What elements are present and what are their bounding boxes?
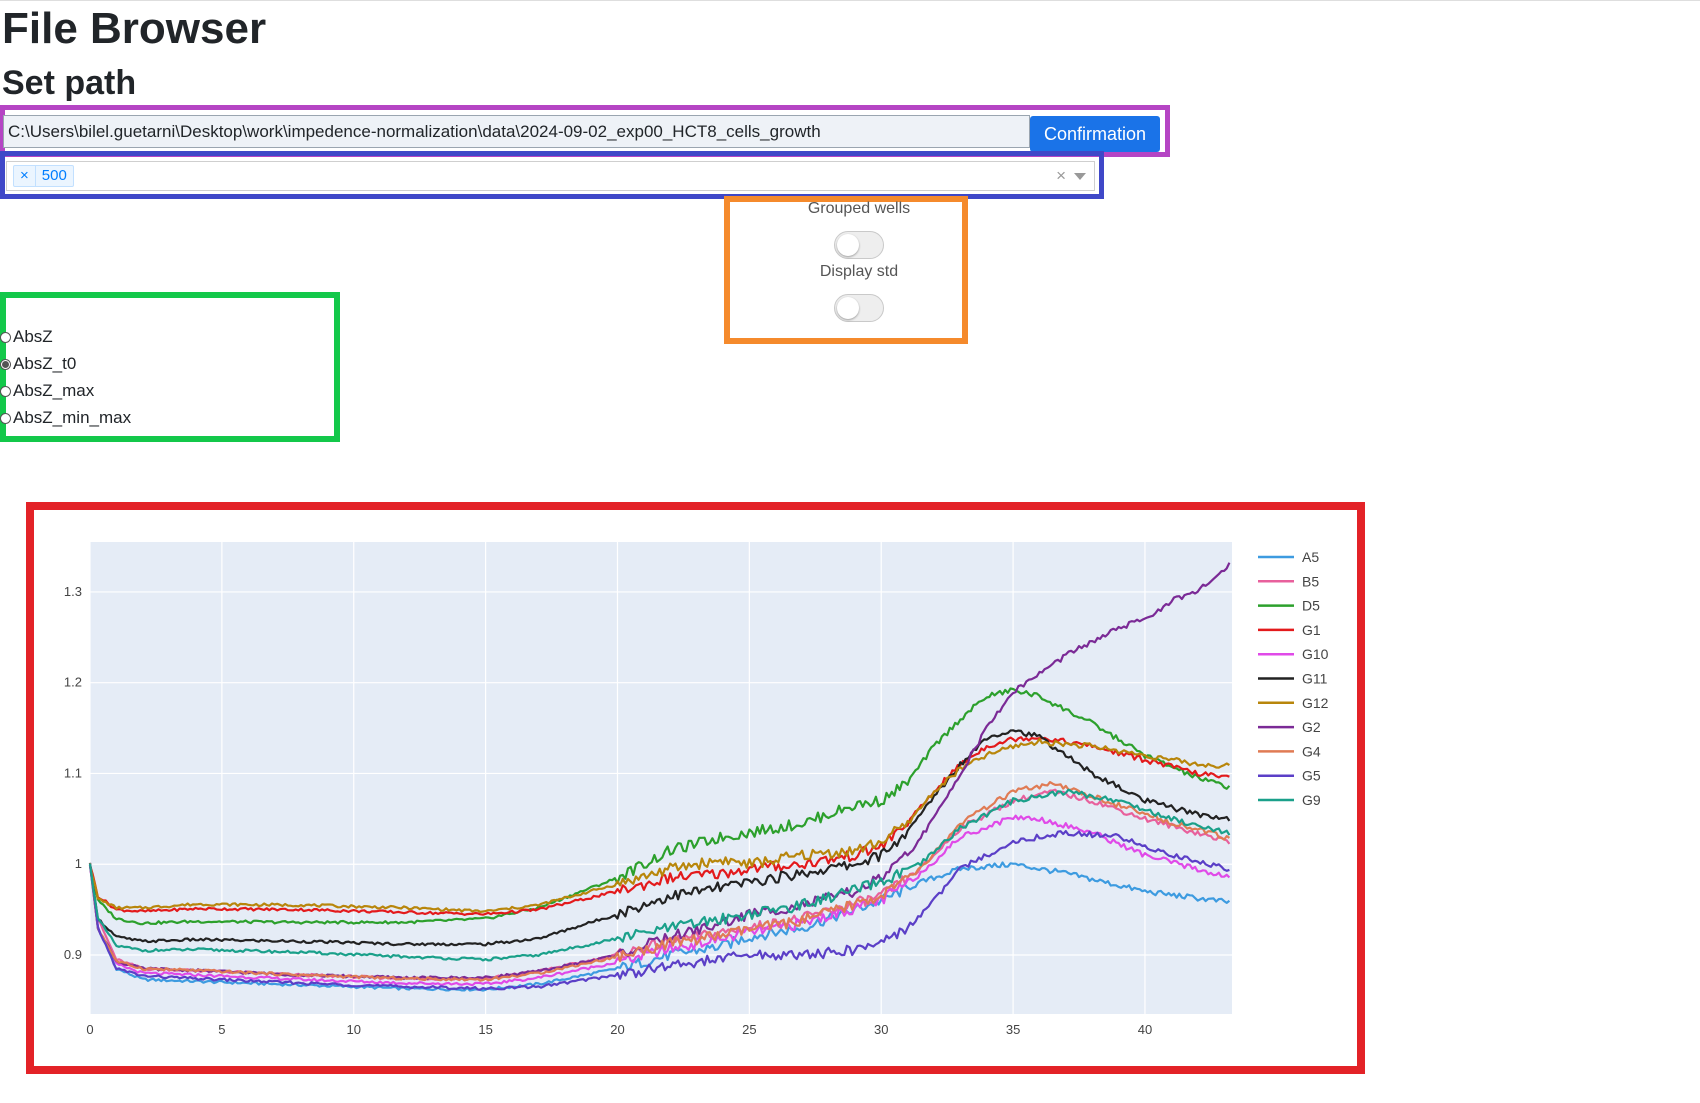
radio-label: AbsZ bbox=[13, 327, 53, 346]
legend-label: A5 bbox=[1302, 549, 1319, 565]
radio-absz-max[interactable]: AbsZ_max bbox=[0, 379, 94, 403]
tag-label: 500 bbox=[41, 167, 67, 184]
tag-remove-icon[interactable]: × bbox=[14, 166, 36, 186]
legend-label: G5 bbox=[1302, 768, 1321, 784]
legend-label: D5 bbox=[1302, 598, 1320, 614]
radio-button[interactable] bbox=[0, 412, 11, 424]
radio-absz[interactable]: AbsZ bbox=[0, 325, 53, 349]
confirmation-button[interactable]: Confirmation bbox=[1030, 116, 1160, 152]
radio-label: AbsZ_t0 bbox=[13, 354, 77, 373]
radio-label: AbsZ_max bbox=[13, 381, 95, 400]
toggle-knob bbox=[837, 234, 859, 256]
frequency-multiselect[interactable]: × 500 × bbox=[6, 161, 1095, 191]
legend-label: B5 bbox=[1302, 573, 1319, 589]
legend-label: G11 bbox=[1302, 671, 1328, 687]
legend-label: G9 bbox=[1302, 792, 1321, 808]
y-tick-label: 1 bbox=[75, 856, 82, 871]
chevron-down-icon[interactable] bbox=[1074, 173, 1086, 180]
display-std-toggle[interactable] bbox=[834, 294, 884, 322]
x-tick-label: 0 bbox=[86, 1022, 93, 1037]
selected-tag: × 500 bbox=[13, 165, 74, 187]
grouped-wells-label: Grouped wells bbox=[807, 200, 911, 217]
radio-button[interactable] bbox=[0, 331, 11, 343]
x-tick-label: 30 bbox=[874, 1022, 888, 1037]
legend-label: G10 bbox=[1302, 646, 1329, 662]
page-title: File Browser bbox=[2, 4, 267, 53]
toggle-knob bbox=[837, 297, 859, 319]
radio-absz-t0[interactable]: AbsZ_t0 bbox=[0, 352, 76, 376]
impedance-line-chart: 0 5 10 15 20 25 30 35 40 0.9 1 1.1 1.2 1.3 A5 B5 D5 G1 G10… bbox=[64, 542, 1329, 1037]
y-tick-label: 1.2 bbox=[64, 675, 82, 690]
radio-button[interactable] bbox=[0, 385, 11, 397]
grouped-wells-toggle[interactable] bbox=[834, 231, 884, 259]
radio-label: AbsZ_min_max bbox=[13, 408, 132, 427]
x-tick-label: 20 bbox=[610, 1022, 624, 1037]
x-tick-label: 5 bbox=[218, 1022, 225, 1037]
radio-button[interactable] bbox=[0, 358, 11, 370]
x-tick-label: 25 bbox=[742, 1022, 756, 1037]
x-tick-label: 15 bbox=[478, 1022, 492, 1037]
legend-label: G1 bbox=[1302, 622, 1321, 638]
legend-label: G12 bbox=[1302, 695, 1329, 711]
x-tick-label: 10 bbox=[347, 1022, 361, 1037]
x-tick-label: 40 bbox=[1138, 1022, 1152, 1037]
path-input[interactable]: C:\Users\bilel.guetarni\Desktop\work\imp… bbox=[3, 115, 1030, 148]
set-path-heading: Set path bbox=[2, 64, 137, 102]
clear-icon[interactable]: × bbox=[1056, 166, 1066, 186]
radio-absz-min-max[interactable]: AbsZ_min_max bbox=[0, 406, 131, 430]
y-tick-label: 1.1 bbox=[64, 765, 82, 780]
x-tick-label: 35 bbox=[1006, 1022, 1020, 1037]
legend-label: G4 bbox=[1302, 743, 1321, 759]
top-border bbox=[0, 0, 1700, 1]
y-tick-label: 1.3 bbox=[64, 584, 82, 599]
legend-label: G2 bbox=[1302, 719, 1321, 735]
y-tick-label: 0.9 bbox=[64, 947, 82, 962]
display-std-label: Display std bbox=[819, 263, 899, 280]
